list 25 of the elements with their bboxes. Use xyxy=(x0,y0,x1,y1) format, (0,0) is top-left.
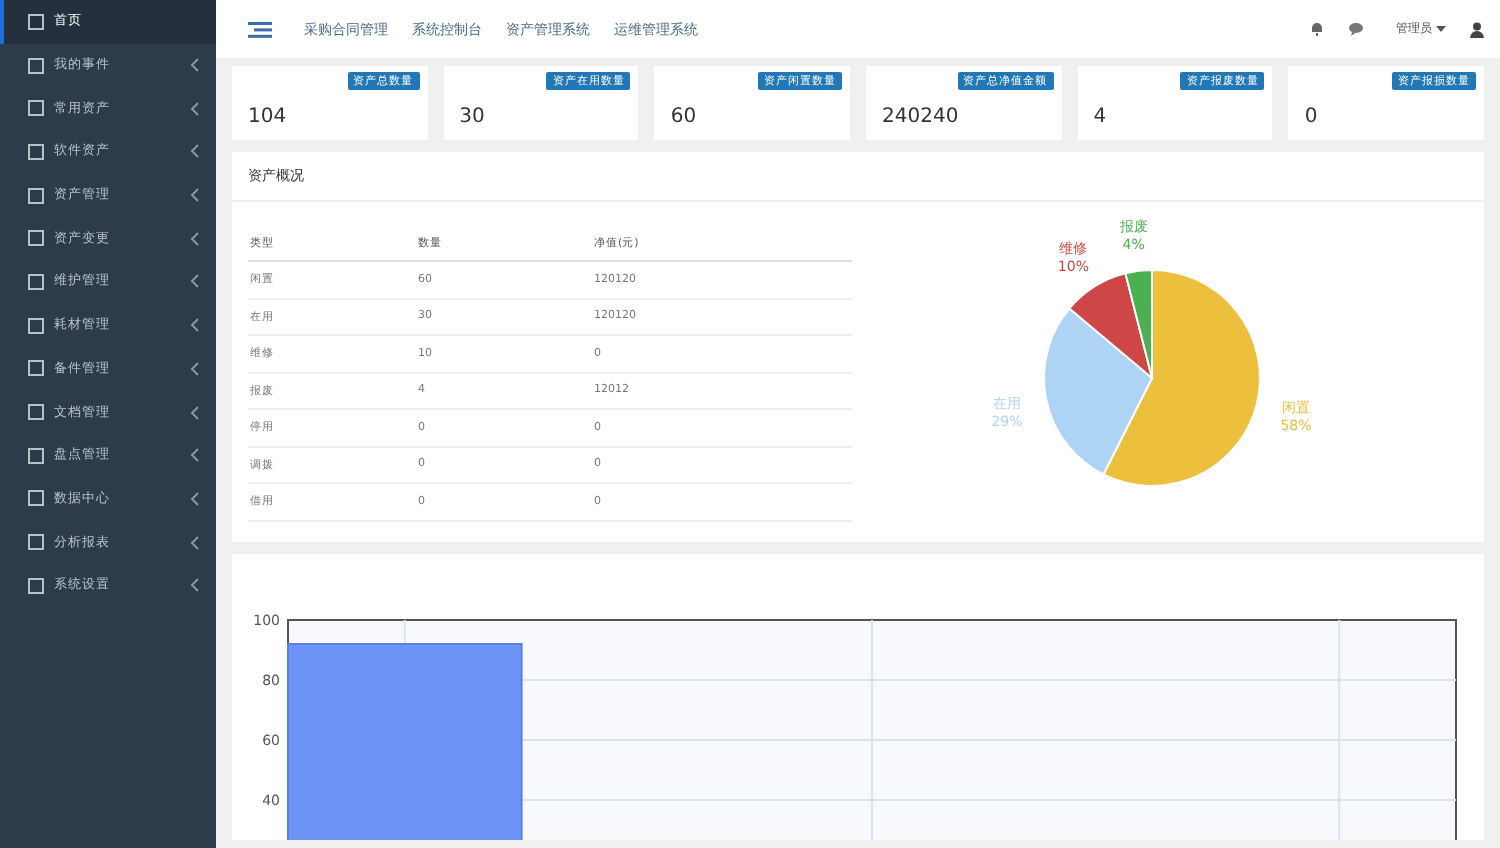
stat-value: 0 xyxy=(1304,106,1320,128)
square-icon xyxy=(28,230,44,247)
square-icon xyxy=(28,490,44,507)
square-icon xyxy=(28,447,44,464)
square-icon xyxy=(28,360,44,377)
square-icon xyxy=(28,577,44,594)
square-icon xyxy=(28,534,44,551)
square-icon xyxy=(28,187,44,204)
caret-icon xyxy=(1436,26,1446,32)
stat-value: 30 xyxy=(459,106,487,128)
square-icon xyxy=(28,273,44,290)
chat-icon[interactable] xyxy=(1348,22,1364,36)
square-icon xyxy=(28,13,44,30)
stat-value: 104 xyxy=(248,106,289,128)
stat-value: 240240 xyxy=(882,106,961,128)
square-icon xyxy=(28,317,44,334)
menu-icon[interactable] xyxy=(248,21,272,37)
square-icon xyxy=(28,404,44,421)
stat-value: 60 xyxy=(670,106,699,128)
square-icon xyxy=(28,143,44,160)
bell-icon[interactable] xyxy=(1310,22,1324,36)
user-icon[interactable] xyxy=(1470,21,1484,37)
square-icon xyxy=(28,100,44,117)
stat-value: 4 xyxy=(1093,106,1109,128)
square-icon xyxy=(28,57,44,74)
